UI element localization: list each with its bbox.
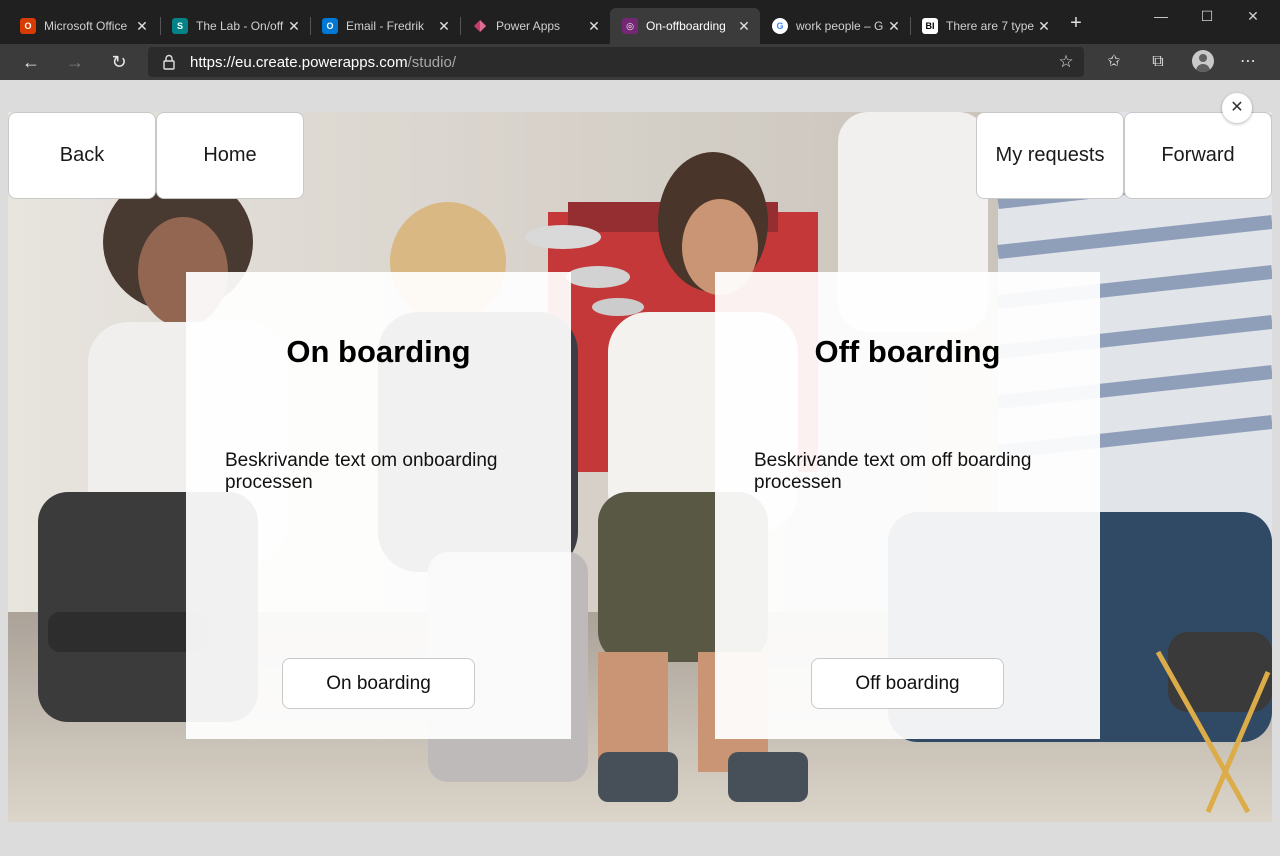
close-tab-icon[interactable]: ✕ <box>886 18 902 35</box>
onboarding-title: On boarding <box>286 334 471 369</box>
offboarding-button[interactable]: Off boarding <box>811 658 1004 709</box>
more-options-icon[interactable]: ⋯ <box>1234 48 1262 76</box>
outlook-icon: O <box>322 18 338 34</box>
browser-tab-strip: O Microsoft Office ✕ S The Lab - On/off … <box>0 0 1280 44</box>
my-requests-button[interactable]: My requests <box>976 112 1124 199</box>
home-button[interactable]: Home <box>156 112 304 199</box>
powerapps-canvas: Back Home My requests Forward On boardin… <box>8 112 1272 822</box>
tab-work-people[interactable]: G work people – G ✕ <box>760 8 910 44</box>
tab-title: Microsoft Office <box>44 19 128 33</box>
close-tab-icon[interactable]: ✕ <box>436 18 452 35</box>
offboarding-card: Off boarding Beskrivande text om off boa… <box>715 272 1100 739</box>
onboarding-card: On boarding Beskrivande text om onboardi… <box>186 272 571 739</box>
tab-title: The Lab - On/off <box>196 19 284 33</box>
back-button[interactable]: Back <box>8 112 156 199</box>
tab-title: Power Apps <box>496 19 561 33</box>
business-insider-icon: BI <box>922 18 938 34</box>
address-bar[interactable]: https://eu.create.powerapps.com/studio/ … <box>148 47 1084 77</box>
tab-title: Email - Fredrik <box>346 19 425 33</box>
google-icon: G <box>772 18 788 34</box>
refresh-icon[interactable]: ↻ <box>105 48 133 76</box>
page-viewport: ✕ Back Home My requests Forward On board… <box>0 80 1280 856</box>
tab-power-apps[interactable]: Power Apps ✕ <box>460 8 610 44</box>
tab-title: On-offboarding <box>646 19 726 33</box>
sharepoint-icon: S <box>172 18 188 34</box>
close-tab-icon[interactable]: ✕ <box>134 18 150 35</box>
close-tab-icon[interactable]: ✕ <box>1036 18 1052 35</box>
tab-microsoft-office[interactable]: O Microsoft Office ✕ <box>8 8 158 44</box>
close-tab-icon[interactable]: ✕ <box>586 18 602 35</box>
tab-the-lab[interactable]: S The Lab - On/off ✕ <box>160 8 310 44</box>
url-path: /studio/ <box>407 54 456 71</box>
lock-icon <box>163 54 175 70</box>
close-tab-icon[interactable]: ✕ <box>286 18 302 35</box>
offboarding-title: Off boarding <box>814 334 1001 369</box>
close-tab-icon[interactable]: ✕ <box>736 18 752 35</box>
office-icon: O <box>20 18 36 34</box>
tab-email[interactable]: O Email - Fredrik ✕ <box>310 8 460 44</box>
tab-title: There are 7 type <box>946 19 1035 33</box>
minimize-icon[interactable]: — <box>1138 0 1184 32</box>
powerapps-icon <box>472 18 488 34</box>
tab-there-are-7[interactable]: BI There are 7 type ✕ <box>910 8 1060 44</box>
url-host: https://eu.create.powerapps.com <box>190 54 408 71</box>
back-arrow-icon[interactable]: ← <box>17 48 45 76</box>
url-text: https://eu.create.powerapps.com/studio/ <box>190 54 456 71</box>
favorite-star-icon[interactable]: ☆ <box>1056 52 1076 72</box>
forward-button[interactable]: Forward <box>1124 112 1272 199</box>
new-tab-icon[interactable]: + <box>1064 11 1088 35</box>
offboarding-description: Beskrivande text om off boarding process… <box>754 450 1032 493</box>
tab-title: work people – G <box>796 19 884 33</box>
favorites-icon[interactable]: ✩ <box>1100 48 1128 76</box>
browser-toolbar: ← → ↻ https://eu.create.powerapps.com/st… <box>0 44 1280 80</box>
profile-avatar[interactable] <box>1192 50 1214 72</box>
collections-icon[interactable]: ⧉ <box>1144 48 1172 76</box>
close-preview-icon[interactable]: ✕ <box>1222 93 1252 123</box>
onboarding-button[interactable]: On boarding <box>282 658 475 709</box>
maximize-icon[interactable]: ☐ <box>1184 0 1230 32</box>
onboarding-description: Beskrivande text om onboarding processen <box>225 450 498 493</box>
tab-on-offboarding[interactable]: ◎ On-offboarding ✕ <box>610 8 760 44</box>
close-window-icon[interactable]: ✕ <box>1230 0 1276 32</box>
forward-arrow-icon[interactable]: → <box>61 48 89 76</box>
powerapps-canvas-icon: ◎ <box>622 18 638 34</box>
